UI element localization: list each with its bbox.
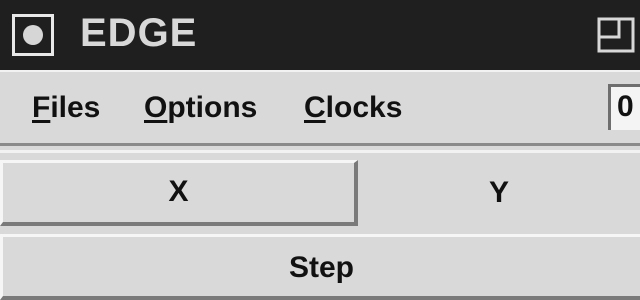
menu-options-mnemonic: O bbox=[144, 91, 168, 124]
y-button[interactable]: Y bbox=[358, 160, 640, 226]
window-title: EDGE bbox=[80, 11, 198, 55]
edge-window: EDGE Files Options Clocks 0 X Y Step bbox=[0, 0, 640, 300]
window-menu-icon[interactable] bbox=[12, 14, 54, 56]
menu-files[interactable]: Files bbox=[32, 88, 100, 128]
menu-files-mnemonic: F bbox=[32, 91, 51, 124]
menu-clocks-mnemonic: C bbox=[304, 91, 326, 124]
x-button[interactable]: X bbox=[0, 160, 358, 226]
menu-bar: Files Options Clocks 0 bbox=[0, 70, 640, 146]
menu-options[interactable]: Options bbox=[144, 88, 257, 128]
title-bar[interactable]: EDGE bbox=[0, 0, 640, 70]
menu-clocks[interactable]: Clocks bbox=[304, 88, 402, 128]
step-button[interactable]: Step bbox=[0, 234, 640, 300]
window-menu-dot bbox=[23, 25, 43, 45]
separator bbox=[0, 150, 640, 153]
menu-files-label: iles bbox=[50, 91, 101, 124]
clock-counter-field[interactable]: 0 bbox=[608, 84, 640, 130]
menu-clocks-label: locks bbox=[325, 91, 403, 124]
maximize-icon[interactable] bbox=[596, 16, 640, 56]
menu-options-label: ptions bbox=[167, 91, 258, 124]
